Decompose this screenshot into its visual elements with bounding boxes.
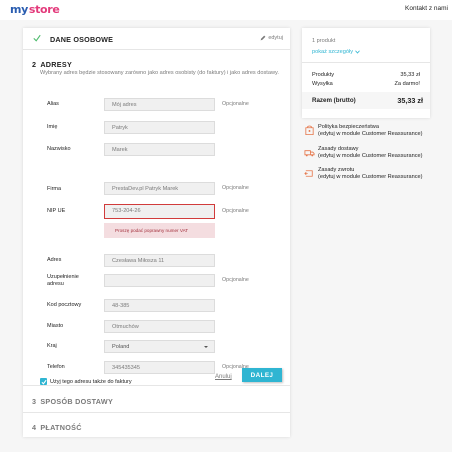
optional-note: Opcjonalne — [222, 208, 249, 214]
divider — [23, 412, 290, 413]
address2-field[interactable] — [104, 274, 215, 287]
phone-label: Telefon — [47, 364, 65, 370]
pencil-icon — [260, 35, 266, 41]
reassurance-note: (edytuj w module Customer Reassurance) — [318, 152, 423, 159]
logo-store: store — [28, 3, 60, 16]
truck-icon — [304, 150, 315, 157]
logo-my: my — [10, 3, 29, 16]
vat-error-message: Proszę podać poprawny numer VAT — [104, 223, 215, 238]
edit-link[interactable]: edytuj — [260, 35, 283, 41]
alias-field[interactable]: Mój adres — [104, 98, 215, 111]
shipping-line: Wysyłka Za darmo! — [312, 81, 420, 87]
total-bar: Razem (brutto) 35,33 zł — [302, 92, 430, 109]
products-line: Produkty 35,33 zł — [312, 72, 420, 78]
divider — [302, 62, 430, 63]
address1-label: Adres — [47, 257, 62, 263]
edit-label: edytuj — [268, 35, 283, 41]
step-title: SPOSÓB DOSTAWY — [40, 397, 114, 406]
use-for-invoice-label: Użyj tego adresu także do faktury — [50, 378, 132, 385]
continue-button[interactable]: DALEJ — [242, 368, 282, 382]
phone-field[interactable]: 345435345 — [104, 361, 215, 374]
city-label: Miasto — [47, 323, 64, 329]
product-count: 1 produkt — [312, 38, 336, 44]
top-bar: my store Kontakt z nami — [0, 0, 452, 20]
step-delivery: 3 SPOSÓB DOSTAWY — [32, 397, 113, 406]
reassurance-title: Polityka bezpieczeństwa — [318, 124, 379, 130]
total-label: Razem (brutto) — [312, 97, 356, 104]
lastname-label: Nazwisko — [47, 146, 71, 152]
products-value: 35,33 zł — [400, 72, 420, 78]
reassurance-item[interactable]: Zasady dostawy (edytuj w module Customer… — [304, 146, 434, 160]
shipping-value: Za darmo! — [394, 81, 421, 87]
checkmark-icon — [41, 379, 47, 385]
divider — [23, 385, 290, 386]
products-label: Produkty — [312, 72, 335, 78]
store-logo[interactable]: my store — [10, 3, 60, 16]
firstname-label: Imię — [47, 124, 58, 130]
address1-field[interactable]: Czesława Miłosza 11 — [104, 254, 215, 267]
step-number: 3 — [32, 397, 37, 406]
reassurance-text: Zasady dostawy (edytuj w module Customer… — [318, 146, 422, 160]
return-icon — [304, 170, 313, 177]
reassurance-item[interactable]: Zasady zwrotu (edytuj w module Customer … — [304, 167, 434, 181]
city-field[interactable]: Otmuchów — [104, 320, 215, 333]
alias-label: Alias — [47, 101, 59, 107]
cancel-link[interactable]: Anuluj — [215, 374, 232, 380]
step-title: ADRESY — [40, 60, 73, 69]
use-for-invoice-checkbox[interactable] — [40, 378, 47, 385]
show-details-label: pokaż szczegóły — [312, 49, 354, 55]
show-details-link[interactable]: pokaż szczegóły — [312, 49, 360, 55]
vat-field[interactable]: 753-204-26 — [104, 204, 215, 219]
address2-label: Uzupełnienie adresu — [47, 274, 79, 287]
optional-note: Opcjonalne — [222, 277, 249, 283]
step-title: DANE OSOBOWE — [50, 35, 114, 44]
reassurance-note: (edytuj w module Customer Reassurance) — [318, 130, 423, 137]
country-value: Poland — [112, 344, 130, 350]
step-description: Wybrany adres będzie stosowany zarówno j… — [40, 70, 279, 76]
reassurance-item[interactable]: Polityka bezpieczeństwa (edytuj w module… — [304, 124, 434, 138]
country-label: Kraj — [47, 343, 57, 349]
reassurance-text: Zasady zwrotu (edytuj w module Customer … — [318, 167, 422, 181]
use-for-invoice-option[interactable]: Użyj tego adresu także do faktury — [40, 378, 132, 385]
checkout-steps: DANE OSOBOWE edytuj 2 ADRESY Wybrany adre… — [23, 28, 290, 437]
cart-summary: 1 produkt pokaż szczegóły Produkty 35,33… — [302, 28, 430, 118]
step-number: 2 — [32, 60, 37, 69]
country-select[interactable]: Poland — [104, 340, 215, 353]
reassurance-title: Zasady dostawy — [318, 146, 359, 152]
step-title: PŁATNOŚĆ — [40, 423, 82, 432]
step-addresses-title: 2 ADRESY — [32, 60, 72, 69]
postcode-label: Kod pocztowy — [47, 302, 82, 308]
company-label: Firma — [47, 186, 62, 192]
postcode-field[interactable]: 48-385 — [104, 299, 215, 312]
step-payment: 4 PŁATNOŚĆ — [32, 423, 82, 432]
reassurance-title: Zasady zwrotu — [318, 167, 355, 173]
vat-label: NIP UE — [47, 208, 66, 214]
contact-link[interactable]: Kontakt z nami — [405, 5, 448, 12]
check-icon — [33, 34, 41, 42]
step-number: 4 — [32, 423, 37, 432]
reassurance-note: (edytuj w module Customer Reassurance) — [318, 173, 423, 180]
optional-note: Opcjonalne — [222, 101, 249, 107]
step-personal-info[interactable]: DANE OSOBOWE edytuj — [23, 28, 290, 50]
chevron-down-icon — [355, 50, 360, 54]
lastname-field[interactable]: Marek — [104, 143, 215, 156]
shield-icon — [305, 125, 314, 136]
reassurance-text: Polityka bezpieczeństwa (edytuj w module… — [318, 124, 422, 138]
firstname-field[interactable]: Patryk — [104, 121, 215, 134]
optional-note: Opcjonalne — [222, 185, 249, 191]
company-field[interactable]: PrestaDev.pl Patryk Marek — [104, 182, 215, 195]
chevron-down-icon — [204, 346, 208, 348]
total-value: 35,33 zł — [397, 96, 423, 105]
shipping-label: Wysyłka — [312, 81, 333, 87]
